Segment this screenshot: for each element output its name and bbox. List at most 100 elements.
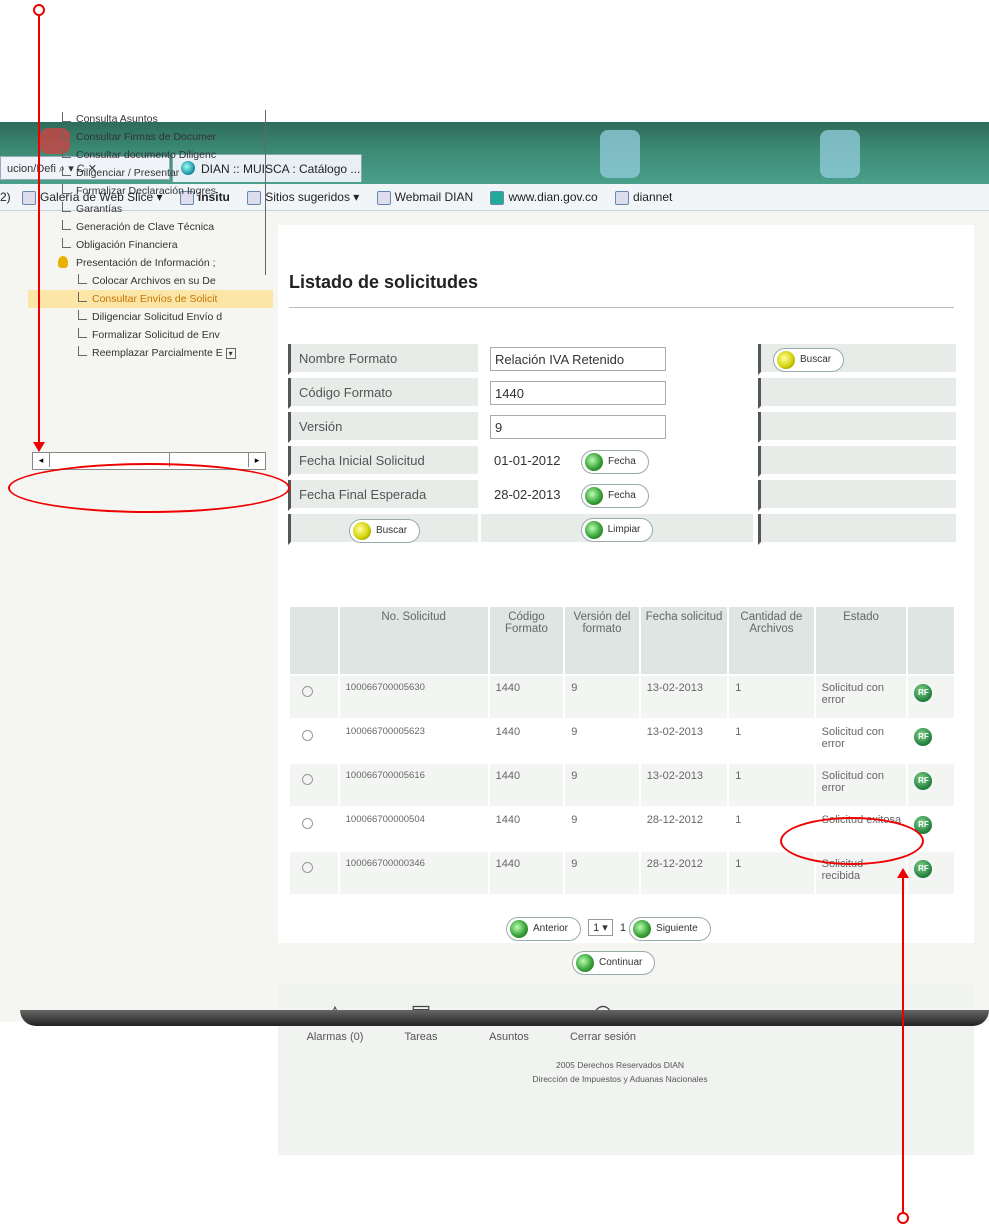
cell-fecha: 13-02-2013 <box>638 674 730 720</box>
alarmas-link[interactable]: Alarmas (0) <box>290 1031 380 1043</box>
cell-codigo: 1440 <box>487 806 566 852</box>
page-select[interactable]: 1 ▾ <box>588 919 613 936</box>
row-radio[interactable] <box>302 862 313 873</box>
nombre-formato-label: Nombre Formato <box>288 344 478 375</box>
cell-codigo: 1440 <box>487 674 566 720</box>
cell-cantidad: 1 <box>727 718 816 764</box>
tree-subitem[interactable]: Reemplazar Parcialmente E ▾ <box>28 344 273 362</box>
cell-no: 100066700005630 <box>337 674 490 720</box>
window-bottom-shadow <box>20 1010 989 1026</box>
nombre-formato-input[interactable]: Relación IVA Retenido <box>490 347 666 371</box>
header-estado: Estado <box>813 605 909 676</box>
cell-fecha: 13-02-2013 <box>638 718 730 764</box>
search-form: Nombre Formato Relación IVA Retenido Bus… <box>288 344 956 548</box>
page-title: Listado de solicitudes <box>289 272 479 292</box>
limpiar-button[interactable]: Limpiar <box>580 518 654 542</box>
tree-subitem[interactable]: Formalizar Solicitud de Env <box>28 326 273 344</box>
codigo-formato-input[interactable]: 1440 <box>490 381 666 405</box>
calendar-icon <box>585 487 603 505</box>
cell-fecha: 28-12-2012 <box>638 806 730 852</box>
table-row: 100066700005623 1440 9 13-02-2013 1 Soli… <box>288 718 956 764</box>
anterior-button[interactable]: Anterior <box>506 917 582 941</box>
scroll-right-icon[interactable]: ▸ <box>248 453 265 467</box>
row-radio[interactable] <box>302 730 313 741</box>
rf-icon[interactable]: RF <box>914 728 933 746</box>
cerrar-sesion-link[interactable]: Cerrar sesión <box>558 1031 648 1043</box>
cell-estado: Solicitud con error <box>813 762 909 808</box>
scroll-left-icon[interactable]: ◂ <box>33 453 50 467</box>
siguiente-button[interactable]: Siguiente <box>629 917 711 941</box>
rf-icon[interactable]: RF <box>914 772 933 790</box>
cell-version: 9 <box>563 674 641 720</box>
annotation-circle-estado <box>780 817 924 865</box>
lightbulb-icon <box>58 256 68 268</box>
copyright: 2005 Derechos Reservados DIAN <box>555 1060 685 1070</box>
tareas-link[interactable]: Tareas <box>376 1031 466 1043</box>
tree-subitem-selected[interactable]: Consultar Envíos de Solicit <box>28 290 273 308</box>
row-radio[interactable] <box>302 818 313 829</box>
dropdown-arrow-icon[interactable]: ▾ <box>225 348 236 359</box>
back-icon <box>510 920 528 938</box>
tree-item[interactable]: Consulta Asuntos <box>28 110 273 128</box>
version-input[interactable]: 9 <box>490 415 666 439</box>
tree-subitem[interactable]: Diligenciar Solicitud Envío d <box>28 308 273 326</box>
navigation-tree: Consulta Asuntos Consultar Firmas de Doc… <box>28 110 273 362</box>
tree-item[interactable]: Consultar documento Diligenc <box>28 146 273 164</box>
fav-dian[interactable]: www.dian.gov.co <box>490 190 598 205</box>
fecha-final-label: Fecha Final Esperada <box>288 480 478 511</box>
fecha-inicial-button[interactable]: Fecha <box>581 450 649 474</box>
cell-estado: Solicitud con error <box>813 674 909 720</box>
continue-icon <box>576 954 594 972</box>
table-row: 100066700005630 1440 9 13-02-2013 1 Soli… <box>288 674 956 720</box>
header-version: Versión del formato <box>563 605 641 676</box>
cell-no: 100066700000346 <box>337 850 490 896</box>
search-icon <box>777 351 795 369</box>
annotation-arrow-down <box>33 442 45 452</box>
annotation-dot-bottom <box>897 1212 909 1224</box>
cell-version: 9 <box>563 806 641 852</box>
rf-icon[interactable]: RF <box>914 684 933 702</box>
row-radio[interactable] <box>302 686 313 697</box>
cell-codigo: 1440 <box>487 850 566 896</box>
annotation-line-bottom <box>902 876 904 1214</box>
search-icon <box>352 522 371 540</box>
cell-version: 9 <box>563 850 641 896</box>
header-fecha: Fecha solicitud <box>638 605 730 676</box>
tree-item[interactable]: Garantías <box>28 200 273 218</box>
clear-icon <box>584 521 603 539</box>
version-label: Versión <box>288 412 478 443</box>
tree-item[interactable]: Generación de Clave Técnica <box>28 218 273 236</box>
tree-item[interactable]: Diligenciar / Presentar <box>28 164 273 182</box>
header-no-solicitud: No. Solicitud <box>337 605 490 676</box>
cell-fecha: 13-02-2013 <box>638 762 730 808</box>
row-radio[interactable] <box>302 774 313 785</box>
fav-diannet[interactable]: diannet <box>614 190 672 205</box>
continuar-button[interactable]: Continuar <box>572 951 656 975</box>
favorites-prefix: 2) <box>0 190 11 204</box>
tree-item[interactable]: Consultar Firmas de Documer <box>28 128 273 146</box>
select-header <box>288 605 340 676</box>
page-icon <box>376 190 391 205</box>
cell-codigo: 1440 <box>487 718 566 764</box>
tree-folder-presentacion[interactable]: Presentación de Información ; <box>28 254 273 272</box>
buscar-cell: Buscar <box>288 514 478 545</box>
table-row: 100066700005616 1440 9 13-02-2013 1 Soli… <box>288 762 956 808</box>
asuntos-link[interactable]: Asuntos <box>464 1031 554 1043</box>
fav-webmail[interactable]: Webmail DIAN <box>376 190 473 205</box>
forward-icon <box>633 920 652 938</box>
cell-version: 9 <box>563 762 641 808</box>
cell-fecha: 28-12-2012 <box>638 850 730 896</box>
rf-icon[interactable]: RF <box>914 860 933 878</box>
fecha-final-button[interactable]: Fecha <box>581 484 649 508</box>
header-codigo-formato: Código Formato <box>487 605 566 676</box>
cell-estado: Solicitud con error <box>813 718 909 764</box>
calendar-icon <box>585 453 603 471</box>
tree-item[interactable]: Formalizar Declaración Ingres <box>28 182 273 200</box>
action-header <box>906 605 956 676</box>
buscar-button[interactable]: Buscar <box>348 519 421 543</box>
cell-cantidad: 1 <box>727 674 816 720</box>
tree-item[interactable]: Obligación Financiera <box>28 236 273 254</box>
tree-subitem[interactable]: Colocar Archivos en su De <box>28 272 273 290</box>
cell-cantidad: 1 <box>727 762 816 808</box>
buscar-top-button[interactable]: Buscar <box>773 348 845 372</box>
